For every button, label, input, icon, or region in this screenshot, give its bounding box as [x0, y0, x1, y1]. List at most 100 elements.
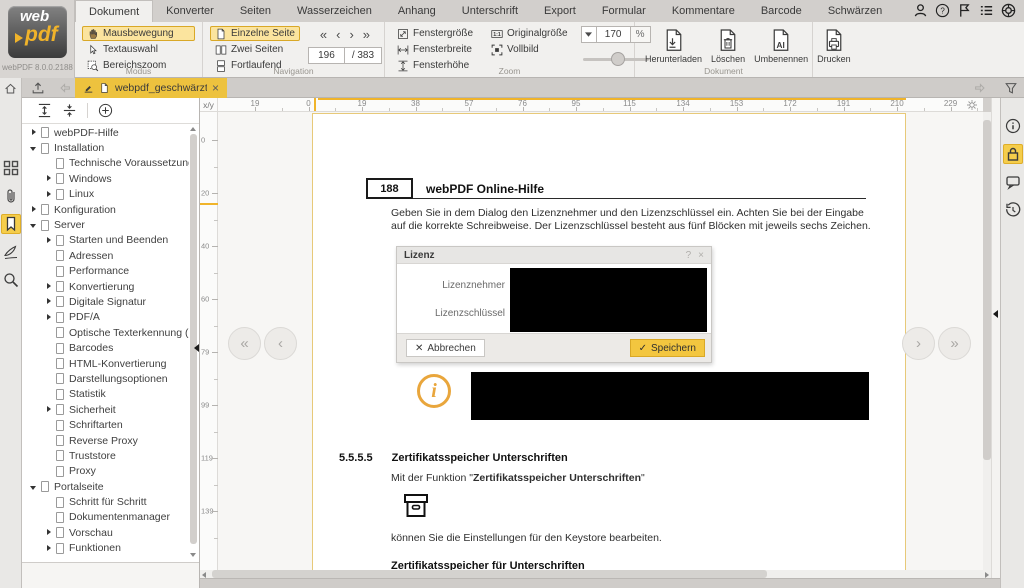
first-page-button[interactable]: « — [320, 27, 327, 42]
history-icon[interactable] — [1005, 202, 1021, 218]
ribbon-tab-kommentare[interactable]: Kommentare — [659, 0, 748, 22]
thumbnails-icon[interactable] — [3, 160, 19, 176]
last-page-button[interactable]: » — [363, 27, 370, 42]
horizontal-scrollbar[interactable] — [200, 570, 991, 578]
tree-item-darstellungsoptionen[interactable]: Darstellungsoptionen — [22, 371, 189, 386]
current-page-input[interactable]: 196 — [308, 47, 345, 64]
filter-icon[interactable] — [1004, 81, 1018, 95]
horizontal-scrollbar-thumb[interactable] — [212, 570, 767, 578]
last-page-nav[interactable]: » — [938, 327, 971, 360]
ribbon-tab-wasserzeichen[interactable]: Wasserzeichen — [284, 0, 385, 22]
button-textauswahl[interactable]: Textauswahl — [82, 42, 195, 57]
tree-item-sicherheit[interactable]: Sicherheit — [22, 402, 189, 417]
tree-item-konfiguration[interactable]: Konfiguration — [22, 202, 189, 217]
button-vollbild[interactable]: Vollbild — [486, 42, 573, 57]
document-viewport[interactable]: 188 webPDF Online-Hilfe Geben Sie in dem… — [218, 112, 983, 570]
signature-icon[interactable] — [3, 244, 19, 260]
ribbon-tab-formular[interactable]: Formular — [589, 0, 659, 22]
help-icon[interactable]: ? — [935, 3, 950, 18]
tree-item-pdf-a[interactable]: PDF/A — [22, 310, 189, 325]
support-icon[interactable] — [1001, 3, 1016, 18]
button-herunterladen[interactable]: Herunterladen — [642, 26, 705, 64]
zoom-dropdown-button[interactable] — [581, 26, 597, 43]
sidebar-collapse-handle[interactable] — [194, 344, 199, 352]
close-tab-icon[interactable]: × — [212, 81, 219, 95]
button-originalgröße[interactable]: 1:1Originalgröße — [486, 26, 573, 41]
add-icon[interactable] — [98, 103, 113, 118]
tree-item-performance[interactable]: Performance — [22, 264, 189, 279]
tree-item-webpdf-hilfe[interactable]: webPDF-Hilfe — [22, 125, 189, 140]
search-icon[interactable] — [3, 272, 19, 288]
vertical-scrollbar-thumb[interactable] — [983, 120, 991, 460]
tree-item-installation[interactable]: Installation — [22, 140, 189, 155]
button-fenstergröße[interactable]: Fenstergröße — [392, 26, 478, 41]
first-page-nav[interactable]: « — [228, 327, 261, 360]
tree-item-truststore[interactable]: Truststore — [22, 448, 189, 463]
tree-scroll-down-icon[interactable] — [190, 553, 196, 557]
scroll-right-icon[interactable] — [985, 572, 989, 578]
tree-item-optische-texterkennung-ocr-[interactable]: Optische Texterkennung (OCR) — [22, 325, 189, 340]
lock-icon[interactable] — [1003, 144, 1023, 164]
tree-scroll-up-icon[interactable] — [190, 127, 196, 131]
collapse-rows-icon[interactable] — [62, 103, 77, 118]
tree-item-windows[interactable]: Windows — [22, 171, 189, 186]
tree-item-starten-und-beenden[interactable]: Starten und Beenden — [22, 233, 189, 248]
tree-item-portalseite[interactable]: Portalseite — [22, 479, 189, 494]
tree-item-adressen[interactable]: Adressen — [22, 248, 189, 263]
ribbon-tab-unterschrift[interactable]: Unterschrift — [449, 0, 531, 22]
expand-rows-icon[interactable] — [37, 103, 52, 118]
button-umbenennen[interactable]: AIUmbenennen — [751, 26, 811, 64]
tree-item-proxy[interactable]: Proxy — [22, 464, 189, 479]
comment-icon[interactable] — [1005, 174, 1021, 190]
ribbon-tab-schwärzen[interactable]: Schwärzen — [815, 0, 895, 22]
gear-icon[interactable] — [966, 99, 978, 111]
tree-item-reverse-proxy[interactable]: Reverse Proxy — [22, 433, 189, 448]
tree-item-schriftarten[interactable]: Schriftarten — [22, 417, 189, 432]
vertical-scrollbar[interactable] — [983, 112, 991, 570]
scroll-left-icon[interactable] — [202, 572, 206, 578]
zoom-value-input[interactable]: 170 — [597, 26, 631, 43]
tree-item-vorschau[interactable]: Vorschau — [22, 525, 189, 540]
ribbon-tab-barcode[interactable]: Barcode — [748, 0, 815, 22]
ribbon-tab-konverter[interactable]: Konverter — [153, 0, 227, 22]
tree-item-statistik[interactable]: Statistik — [22, 387, 189, 402]
next-page-nav[interactable]: › — [902, 327, 935, 360]
tree-item-html-konvertierung[interactable]: HTML-Konvertierung — [22, 356, 189, 371]
button-zwei-seiten[interactable]: Zwei Seiten — [210, 42, 300, 57]
button-einzelne-seite[interactable]: Einzelne Seite — [210, 26, 300, 41]
ribbon-tab-export[interactable]: Export — [531, 0, 589, 22]
button-fensterbreite[interactable]: Fensterbreite — [392, 42, 478, 57]
previous-page-nav[interactable]: ‹ — [264, 327, 297, 360]
tree-item-barcodes[interactable]: Barcodes — [22, 340, 189, 355]
next-page-button[interactable]: › — [349, 27, 353, 42]
button-löschen[interactable]: Löschen — [708, 26, 748, 64]
tree-scrollbar[interactable] — [190, 134, 197, 544]
tree-item-server[interactable]: Server — [22, 217, 189, 232]
tree-item-digitale-signatur[interactable]: Digitale Signatur — [22, 294, 189, 309]
zoom-slider-thumb[interactable] — [611, 52, 625, 66]
info-icon[interactable] — [1005, 118, 1021, 134]
user-icon[interactable] — [913, 3, 928, 18]
ribbon-tab-seiten[interactable]: Seiten — [227, 0, 284, 22]
home-button[interactable] — [0, 78, 22, 98]
tree-item-linux[interactable]: Linux — [22, 187, 189, 202]
back-icon[interactable] — [58, 81, 72, 95]
tree-item-technische-voraussetzung[interactable]: Technische Voraussetzung — [22, 156, 189, 171]
button-drucken[interactable]: Drucken — [814, 26, 854, 64]
document-tab[interactable]: webpdf_geschwärzt.pdf × — [75, 78, 227, 98]
flag-icon[interactable] — [957, 3, 972, 18]
tree-item-funktionen[interactable]: Funktionen — [22, 541, 189, 556]
attachments-icon[interactable] — [3, 188, 19, 204]
forward-icon[interactable] — [973, 81, 987, 95]
previous-page-button[interactable]: ‹ — [336, 27, 340, 42]
tree-item-konvertierung[interactable]: Konvertierung — [22, 279, 189, 294]
list-icon[interactable] — [979, 3, 994, 18]
button-mausbewegung[interactable]: Mausbewegung — [82, 26, 195, 41]
tree-item-schritt-für-schritt[interactable]: Schritt für Schritt — [22, 494, 189, 509]
upload-icon[interactable] — [31, 81, 45, 95]
ribbon-tab-anhang[interactable]: Anhang — [385, 0, 449, 22]
right-panel-collapse-handle[interactable] — [993, 310, 998, 318]
ribbon-tab-dokument[interactable]: Dokument — [75, 0, 153, 22]
bookmarks-icon[interactable] — [1, 214, 21, 234]
tree-item-dokumentenmanager[interactable]: Dokumentenmanager — [22, 510, 189, 525]
